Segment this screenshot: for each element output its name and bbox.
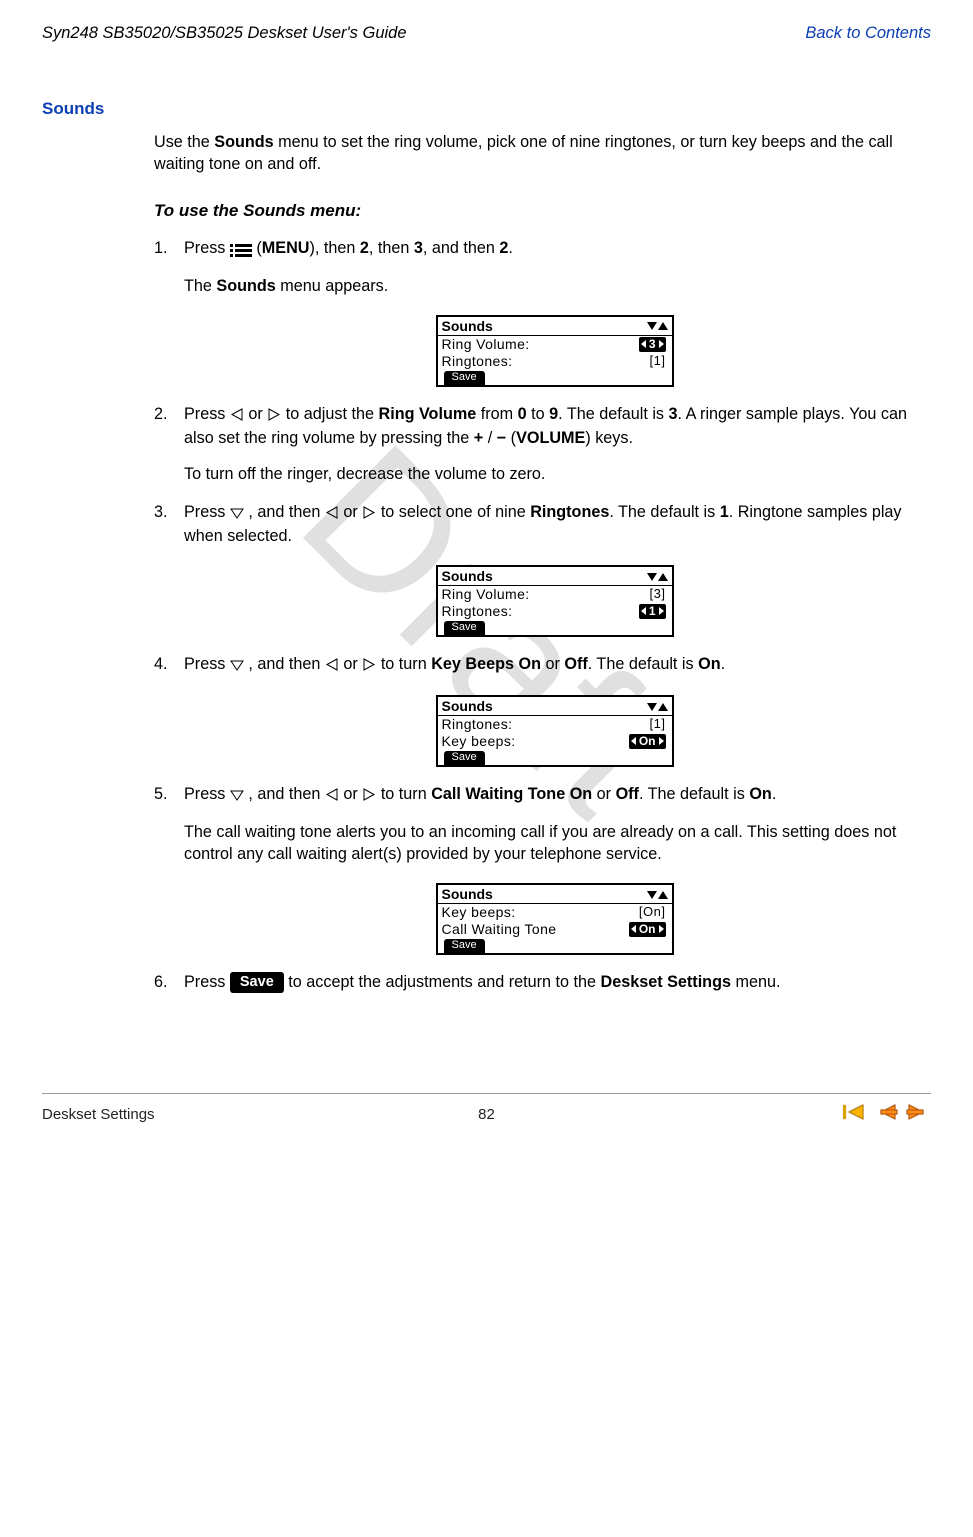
lcd-screenshot-1: Sounds Ring Volume: 3 Ringtones: (436, 315, 674, 387)
lcd-screenshot-2: Sounds Ring Volume: [3] Ringtones: (436, 565, 674, 637)
step-1: Press (MENU), then 2, then 3, and then 2… (154, 237, 925, 387)
left-arrow-icon (325, 785, 339, 807)
right-arrow-icon (362, 655, 376, 677)
down-arrow-icon (230, 655, 244, 677)
right-arrow-icon (362, 503, 376, 525)
step-4: Press , and then or to turn Key Beeps On… (154, 653, 925, 767)
step-2: Press or to adjust the Ring Volume from … (154, 403, 925, 485)
left-arrow-icon (230, 405, 244, 427)
save-softkey: Save (230, 972, 284, 993)
lcd-screenshot-4: Sounds Key beeps: [On] Call Waiting Ton (436, 883, 674, 955)
menu-icon (230, 239, 252, 261)
down-arrow-icon (230, 503, 244, 525)
footer-section: Deskset Settings (42, 1106, 155, 1123)
page-number: 82 (478, 1106, 495, 1123)
down-arrow-icon (230, 785, 244, 807)
nav-first-icon[interactable] (841, 1102, 867, 1126)
step-5: Press , and then or to turn Call Waiting… (154, 783, 925, 955)
right-arrow-icon (267, 405, 281, 427)
left-arrow-icon (325, 503, 339, 525)
step-3: Press , and then or to select one of nin… (154, 501, 925, 637)
lcd-screenshot-3: Sounds Ringtones: [1] Key beeps: (436, 695, 674, 767)
doc-title: Syn248 SB35020/SB35025 Deskset User's Gu… (42, 24, 407, 43)
intro-paragraph: Use the Sounds menu to set the ring volu… (154, 131, 925, 175)
left-arrow-icon (325, 655, 339, 677)
right-arrow-icon (362, 785, 376, 807)
nav-next-icon[interactable] (905, 1102, 931, 1126)
section-title: Sounds (42, 99, 931, 119)
nav-prev-icon[interactable] (873, 1102, 899, 1126)
procedure-title: To use the Sounds menu: (154, 201, 925, 221)
back-to-contents-link[interactable]: Back to Contents (805, 24, 931, 43)
step-6: Press Save to accept the adjustments and… (154, 971, 925, 993)
